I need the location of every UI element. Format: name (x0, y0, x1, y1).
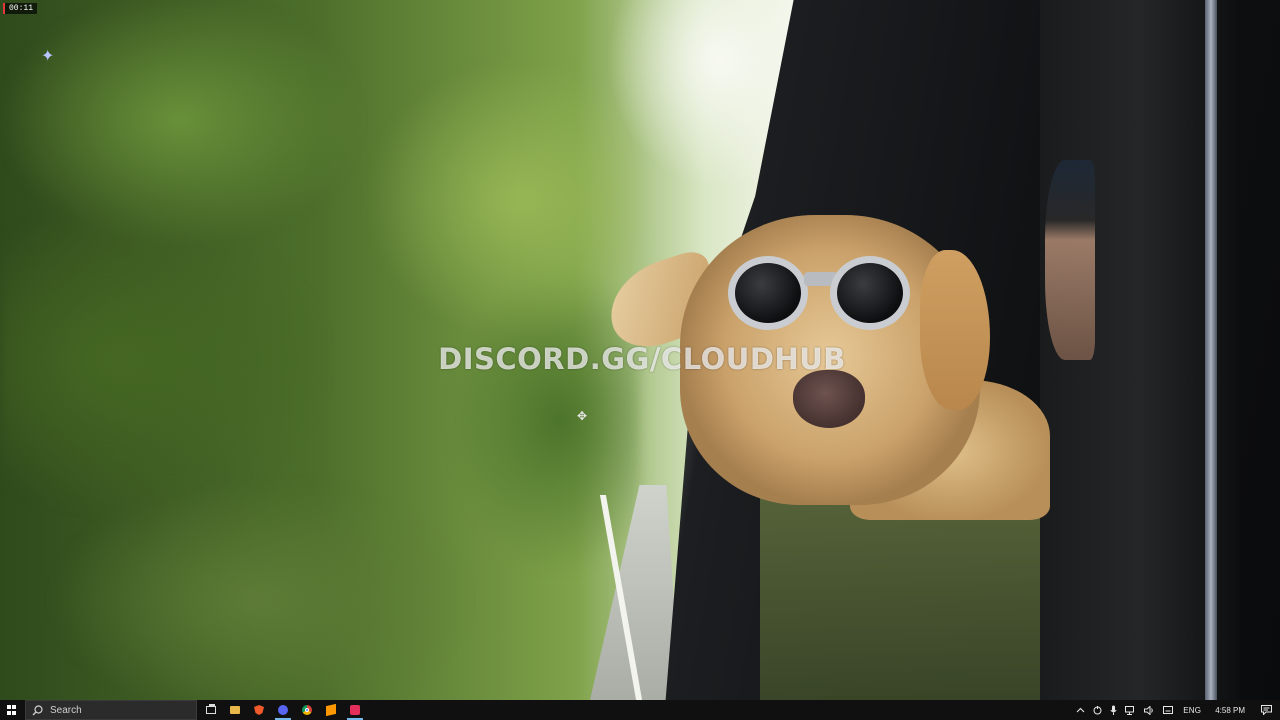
move-cursor-icon: ✥ (577, 409, 588, 423)
taskbar: Search ENG 4:58 PM (0, 700, 1280, 720)
discord-icon (278, 705, 288, 715)
windows-icon (7, 705, 17, 715)
desktop[interactable]: DISCORD.GG/CLOUDHUB 00:11 ✦ ✥ (0, 0, 1280, 700)
red-app-button[interactable] (343, 700, 367, 720)
search-icon (32, 704, 43, 715)
microphone-icon (1110, 705, 1117, 715)
ime-button[interactable] (1159, 700, 1177, 720)
tray-app-icon (1093, 705, 1102, 714)
search-box[interactable]: Search (25, 700, 197, 720)
pinned-apps (199, 700, 367, 720)
keyboard-icon (1163, 706, 1174, 714)
file-explorer-button[interactable] (223, 700, 247, 720)
language-indicator[interactable]: ENG (1177, 700, 1207, 720)
recording-timer: 00:11 (3, 3, 38, 14)
brave-icon (254, 705, 264, 715)
discord-button[interactable] (271, 700, 295, 720)
search-placeholder: Search (50, 704, 82, 716)
sublime-button[interactable] (319, 700, 343, 720)
sparkle-cursor-icon: ✦ (41, 48, 55, 65)
watermark-text: DISCORD.GG/CLOUDHUB (0, 342, 1280, 376)
network-button[interactable] (1121, 700, 1140, 720)
folder-icon (230, 706, 240, 714)
start-button[interactable] (0, 700, 24, 720)
show-hidden-icons-button[interactable] (1072, 700, 1089, 720)
red-app-icon (350, 705, 360, 715)
brave-button[interactable] (247, 700, 271, 720)
task-view-button[interactable] (199, 700, 223, 720)
microphone-button[interactable] (1106, 700, 1121, 720)
sublime-icon (326, 703, 336, 717)
clock[interactable]: 4:58 PM (1207, 700, 1255, 720)
chevron-up-icon (1076, 707, 1085, 713)
volume-icon (1144, 705, 1154, 715)
chrome-button[interactable] (295, 700, 319, 720)
dog-goggles (722, 252, 920, 336)
volume-button[interactable] (1140, 700, 1159, 720)
chrome-icon (302, 705, 312, 715)
notification-icon (1261, 705, 1272, 715)
watermark-label: DISCORD.GG/CLOUDHUB (438, 342, 846, 376)
action-center-button[interactable] (1255, 700, 1280, 720)
task-view-icon (206, 704, 216, 714)
system-tray: ENG 4:58 PM (1072, 700, 1280, 720)
network-icon (1125, 705, 1135, 715)
tray-app-button[interactable] (1089, 700, 1106, 720)
